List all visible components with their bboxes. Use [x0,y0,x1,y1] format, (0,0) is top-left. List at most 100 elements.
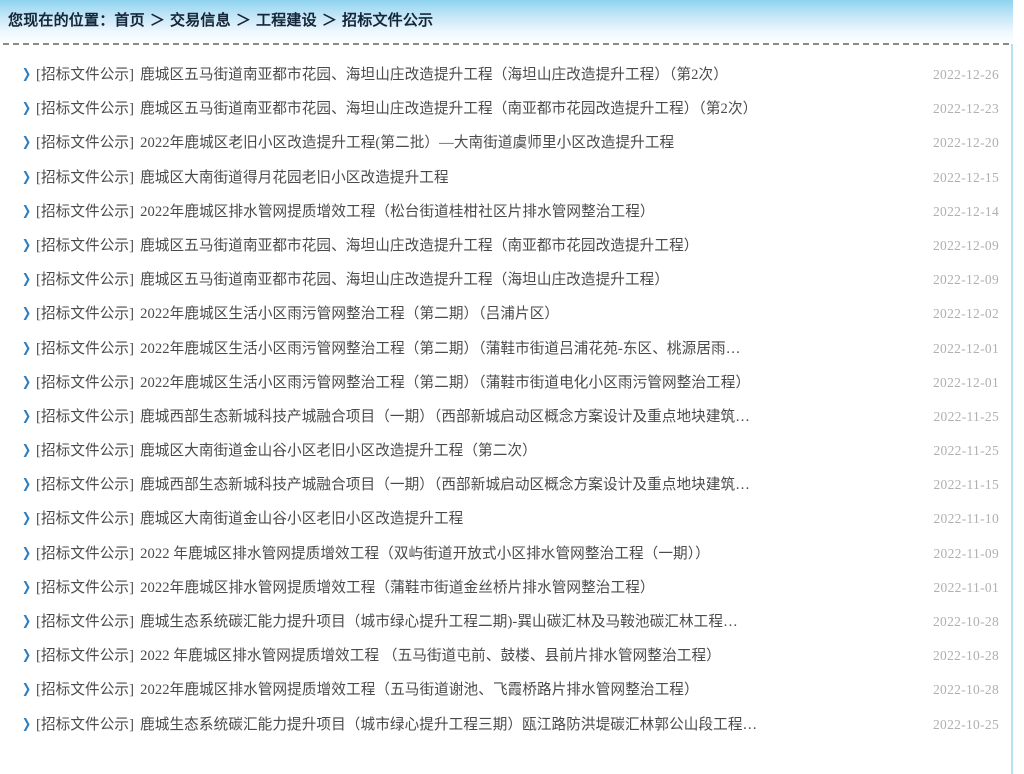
list-item-title[interactable]: [招标文件公示] 鹿城区五马街道南亚都市花园、海坦山庄改造提升工程（海坦山庄改造提… [36,263,669,297]
list-item-date: 2022-10-28 [933,682,999,698]
breadcrumb-item-bid-document-notice[interactable]: 招标文件公示 [342,13,433,29]
list-item[interactable]: ❯ [招标文件公示] 鹿城生态系统碳汇能力提升项目（城市绿心提升工程二期)-巽山碳汇… [0,605,1013,639]
chevron-right-icon: ❯ [21,67,32,82]
list-item-category-tag: [招标文件公示] [36,511,135,528]
chevron-right-icon: ❯ [21,579,32,595]
list-item[interactable]: ❯ [招标文件公示] 2022 年鹿城区排水管网提质增效工程 （五马街道屯前、鼓楼、… [0,639,1013,673]
list-item[interactable]: ❯ [招标文件公示] 2022 年鹿城区排水管网提质增效工程（双屿街道开放式小区排水… [0,537,1013,571]
list-item-date: 2022-12-20 [933,135,999,151]
list-item-title[interactable]: [招标文件公示] 鹿城区大南街道金山谷小区老旧小区改造提升工程 [36,502,463,536]
breadcrumb-item-engineering-construction[interactable]: 工程建设 [256,13,317,29]
list-item-category-tag: [招标文件公示] [36,272,135,289]
list-item-date: 2022-11-25 [933,408,999,424]
list-item-title[interactable]: [招标文件公示] 2022年鹿城区排水管网提质增效工程（蒲鞋市街道金丝桥片排水管网… [36,571,655,605]
list-item-date: 2022-11-01 [933,579,999,595]
list-item[interactable]: ❯ [招标文件公示] 2022年鹿城区排水管网提质增效工程（五马街道谢池、飞霞桥路片… [0,673,1013,707]
list-item-date: 2022-12-01 [933,340,999,356]
list-item[interactable]: ❯ [招标文件公示] 鹿城西部生态新城科技产城融合项目（一期）（西部新城启动区概念方… [0,400,1013,434]
list-item[interactable]: ❯ [招标文件公示] 2022年鹿城区排水管网提质增效工程（松台街道桂柑社区片排水管… [0,195,1013,229]
list-item-date: 2022-12-15 [933,169,999,185]
list-item-title[interactable]: [招标文件公示] 2022年鹿城区生活小区雨污管网整治工程（第二期）（蒲鞋市街道电… [36,366,750,400]
list-item-title[interactable]: [招标文件公示] 鹿城区大南街道金山谷小区老旧小区改造提升工程（第二次） [36,434,537,468]
chevron-right-icon: ❯ [21,340,32,356]
list-item-title[interactable]: [招标文件公示] 鹿城西部生态新城科技产城融合项目（一期）（西部新城启动区概念方案… [36,468,750,502]
list-item-title-text: 2022年鹿城区生活小区雨污管网整治工程（第二期）（蒲鞋市街道吕浦花苑-东区、桃… [140,340,741,357]
chevron-right-icon: ❯ [21,272,32,288]
list-item-date: 2022-12-01 [933,374,999,390]
chevron-right-icon: ❯ [21,203,32,219]
list-item-title[interactable]: [招标文件公示] 2022年鹿城区排水管网提质增效工程（五马街道谢池、飞霞桥路片排… [36,673,699,707]
list-item-title[interactable]: [招标文件公示] 鹿城区五马街道南亚都市花园、海坦山庄改造提升工程（海坦山庄改造提… [36,58,728,92]
list-item[interactable]: ❯ [招标文件公示] 2022年鹿城区生活小区雨污管网整治工程（第二期）（吕浦片区）… [0,297,1013,331]
list-item-category-tag: [招标文件公示] [36,716,135,733]
list-item-title-text: 鹿城西部生态新城科技产城融合项目（一期）（西部新城启动区概念方案设计及重点地块建… [140,477,750,494]
list-item-category-tag: [招标文件公示] [36,648,135,665]
list-item[interactable]: ❯ [招标文件公示] 鹿城区大南街道金山谷小区老旧小区改造提升工程（第二次） 2022… [0,434,1013,468]
breadcrumb-bar: 您现在的位置：首页＞交易信息＞工程建设＞招标文件公示 [0,0,1013,44]
list-item[interactable]: ❯ [招标文件公示] 鹿城生态系统碳汇能力提升项目（城市绿心提升工程三期）瓯江路防洪… [0,708,1013,742]
list-item-title-text: 2022 年鹿城区排水管网提质增效工程（双屿街道开放式小区排水管网整治工程（一期… [140,545,710,562]
list-item-category-tag: [招标文件公示] [36,67,135,83]
list-item-category-tag: [招标文件公示] [36,614,135,630]
chevron-right-icon: ❯ [21,511,32,527]
list-item-category-tag: [招标文件公示] [36,545,135,562]
list-item[interactable]: ❯ [招标文件公示] 鹿城区五马街道南亚都市花园、海坦山庄改造提升工程（海坦山庄改造… [0,58,1013,92]
list-item-title-text: 鹿城区大南街道金山谷小区老旧小区改造提升工程 [140,511,464,528]
list-item-category-tag: [招标文件公示] [36,135,135,152]
list-item-category-tag: [招标文件公示] [36,682,135,699]
list-item-title[interactable]: [招标文件公示] 鹿城西部生态新城科技产城融合项目（一期）（西部新城启动区概念方案… [36,400,750,434]
list-item[interactable]: ❯ [招标文件公示] 鹿城区五马街道南亚都市花园、海坦山庄改造提升工程（海坦山庄改造… [0,263,1013,297]
list-item-category-tag: [招标文件公示] [36,306,135,323]
list-item-date: 2022-12-02 [933,306,999,322]
list-item[interactable]: ❯ [招标文件公示] 2022年鹿城区老旧小区改造提升工程(第二批）—大南街道虞师里… [0,126,1013,160]
list-item-title[interactable]: [招标文件公示] 鹿城区五马街道南亚都市花园、海坦山庄改造提升工程（南亚都市花园改… [36,229,698,263]
list-item-title-text: 2022年鹿城区生活小区雨污管网整治工程（第二期）（蒲鞋市街道电化小区雨污管网整… [140,374,751,391]
list-item-title[interactable]: [招标文件公示] 2022 年鹿城区排水管网提质增效工程 （五马街道屯前、鼓楼、县… [36,639,721,673]
list-item-category-tag: [招标文件公示] [36,477,135,494]
list-item[interactable]: ❯ [招标文件公示] 鹿城区五马街道南亚都市花园、海坦山庄改造提升工程（南亚都市花园… [0,92,1013,126]
list-item-date: 2022-12-26 [933,67,999,82]
chevron-right-icon: ❯ [21,614,32,629]
divider [3,43,1009,45]
breadcrumb-separator-icon: ＞ [321,13,338,29]
list-item-category-tag: [招标文件公示] [36,203,135,220]
list-item-title-text: 鹿城生态系统碳汇能力提升项目（城市绿心提升工程二期)-巽山碳汇林及马鞍池碳汇林工… [140,614,738,630]
list-item[interactable]: ❯ [招标文件公示] 鹿城区大南街道金山谷小区老旧小区改造提升工程 2022-11-1… [0,502,1013,536]
list-item[interactable]: ❯ [招标文件公示] 2022年鹿城区生活小区雨污管网整治工程（第二期）（蒲鞋市街道… [0,366,1013,400]
list-item-title[interactable]: [招标文件公示] 2022年鹿城区生活小区雨污管网整治工程（第二期）（吕浦片区） [36,297,559,331]
list-item-title-text: 鹿城区五马街道南亚都市花园、海坦山庄改造提升工程（海坦山庄改造提升工程）（第2次… [140,67,728,83]
list-item-category-tag: [招标文件公示] [36,101,135,118]
list-item-title[interactable]: [招标文件公示] 2022 年鹿城区排水管网提质增效工程（双屿街道开放式小区排水管… [36,537,710,571]
chevron-right-icon: ❯ [21,237,32,253]
list-item-title-text: 鹿城西部生态新城科技产城融合项目（一期）（西部新城启动区概念方案设计及重点地块建… [140,408,750,425]
list-item-title[interactable]: [招标文件公示] 鹿城生态系统碳汇能力提升项目（城市绿心提升工程三期）瓯江路防洪堤… [36,708,757,742]
list-item-title[interactable]: [招标文件公示] 鹿城区大南街道得月花园老旧小区改造提升工程 [36,161,449,195]
list-item-title[interactable]: [招标文件公示] 鹿城生态系统碳汇能力提升项目（城市绿心提升工程二期)-巽山碳汇林… [36,605,738,639]
list-item-title-text: 2022年鹿城区老旧小区改造提升工程(第二批）—大南街道虞师里小区改造提升工程 [140,135,675,152]
breadcrumb-separator-icon: ＞ [149,13,166,29]
list-item[interactable]: ❯ [招标文件公示] 鹿城西部生态新城科技产城融合项目（一期）（西部新城启动区概念方… [0,468,1013,502]
list-item-title-text: 2022 年鹿城区排水管网提质增效工程 （五马街道屯前、鼓楼、县前片排水管网整治… [140,648,721,665]
list-item-title-text: 鹿城区五马街道南亚都市花园、海坦山庄改造提升工程（海坦山庄改造提升工程） [140,272,670,289]
list-item-date: 2022-11-25 [933,443,999,459]
breadcrumb-item-home[interactable]: 首页 [114,13,144,29]
breadcrumb-item-trade-info[interactable]: 交易信息 [170,13,231,29]
breadcrumb: 您现在的位置：首页＞交易信息＞工程建设＞招标文件公示 [8,9,433,30]
list-item-date: 2022-11-10 [933,511,999,527]
list-item[interactable]: ❯ [招标文件公示] 2022年鹿城区生活小区雨污管网整治工程（第二期）（蒲鞋市街道… [0,332,1013,366]
chevron-right-icon: ❯ [21,135,32,151]
list-item-title-text: 鹿城区五马街道南亚都市花园、海坦山庄改造提升工程（南亚都市花园改造提升工程） [140,237,699,254]
list-item-category-tag: [招标文件公示] [36,443,135,460]
list-item[interactable]: ❯ [招标文件公示] 鹿城区大南街道得月花园老旧小区改造提升工程 2022-12-15 [0,161,1013,195]
list-item-title-text: 2022年鹿城区排水管网提质增效工程（松台街道桂柑社区片排水管网整治工程） [140,203,655,220]
list-item[interactable]: ❯ [招标文件公示] 2022年鹿城区排水管网提质增效工程（蒲鞋市街道金丝桥片排水管… [0,571,1013,605]
list-item-title[interactable]: [招标文件公示] 2022年鹿城区生活小区雨污管网整治工程（第二期）（蒲鞋市街道吕… [36,332,740,366]
list-item-title[interactable]: [招标文件公示] 2022年鹿城区老旧小区改造提升工程(第二批）—大南街道虞师里小… [36,126,674,160]
list-item-date: 2022-12-14 [933,203,999,219]
list-item-date: 2022-12-23 [933,101,999,117]
list-item-title[interactable]: [招标文件公示] 2022年鹿城区排水管网提质增效工程（松台街道桂柑社区片排水管网… [36,195,655,229]
list-item[interactable]: ❯ [招标文件公示] 鹿城区五马街道南亚都市花园、海坦山庄改造提升工程（南亚都市花园… [0,229,1013,263]
list-item-title[interactable]: [招标文件公示] 鹿城区五马街道南亚都市花园、海坦山庄改造提升工程（南亚都市花园改… [36,92,757,126]
list-item-date: 2022-11-15 [933,477,999,493]
list-item-title-text: 2022年鹿城区生活小区雨污管网整治工程（第二期）（吕浦片区） [140,306,560,323]
